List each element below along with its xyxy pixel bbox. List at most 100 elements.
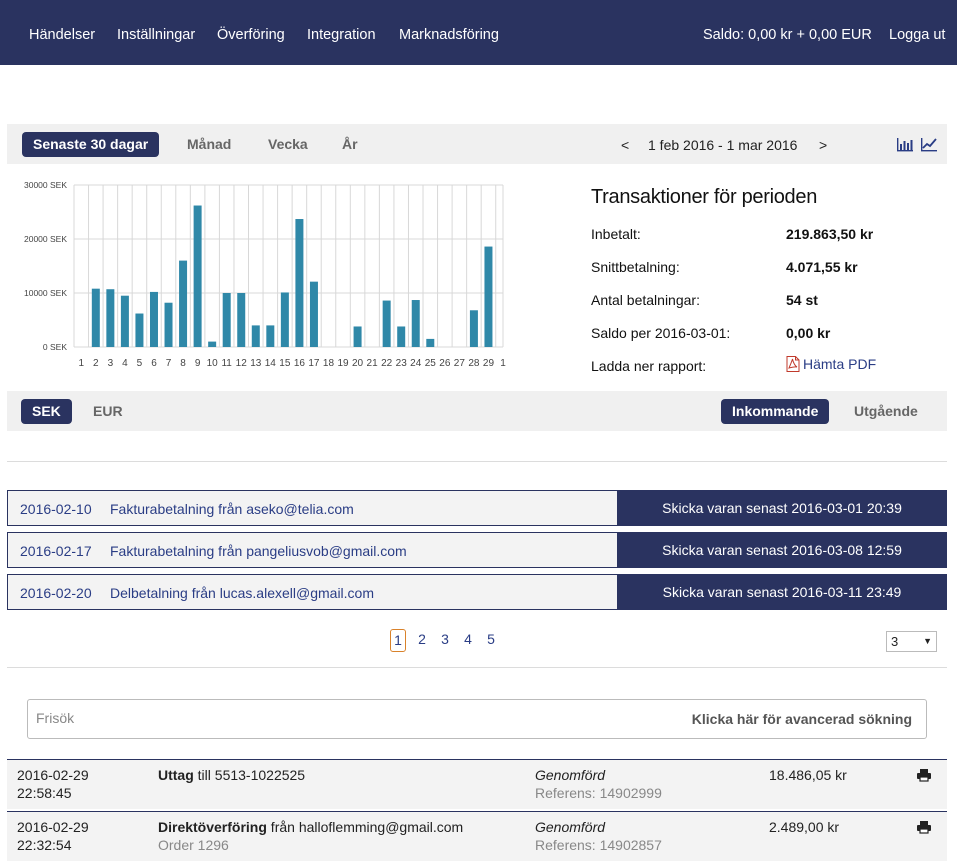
x-tick-label: 10 [207, 358, 219, 369]
summary-label-count: Antal betalningar: [591, 292, 700, 308]
summary-label-report: Ladda ner rapport: [591, 358, 707, 374]
ship-deadline-button[interactable]: Skicka varan senast 2016-03-01 20:39 [617, 490, 947, 526]
payment-counterparty: från halloflemming@gmail.com [266, 819, 464, 835]
payment-reference: Referens: 14902857 [535, 837, 662, 853]
summary-value-balance: 0,00 kr [786, 325, 831, 341]
tab-incoming[interactable]: Inkommande [721, 399, 830, 424]
nav-item-integration[interactable]: Integration [307, 27, 376, 43]
tab-currency-sek[interactable]: SEK [21, 399, 72, 424]
payment-row[interactable]: 2016-02-29 22:32:54 Direktöverföring frå… [7, 811, 947, 861]
x-tick-label: 8 [180, 358, 186, 369]
pending-date: 2016-02-10 [20, 501, 92, 517]
x-tick-label: 28 [468, 358, 480, 369]
x-tick-label: 12 [236, 358, 248, 369]
bar-chart-icon[interactable] [896, 136, 914, 152]
x-tick-label: 23 [396, 358, 408, 369]
x-tick-label: 9 [195, 358, 201, 369]
x-tick-label: 16 [294, 358, 306, 369]
chart-bar [309, 281, 318, 347]
x-tick-label: 4 [122, 358, 128, 369]
tab-week[interactable]: Vecka [257, 132, 319, 157]
nav-item-overforing[interactable]: Överföring [217, 27, 285, 43]
page-2-button[interactable]: 2 [415, 629, 429, 652]
x-tick-label: 2 [93, 358, 99, 369]
summary-value-average: 4.071,55 kr [786, 259, 858, 275]
x-tick-label: 19 [337, 358, 349, 369]
x-tick-label: 25 [425, 358, 437, 369]
payment-amount: 18.486,05 kr [769, 767, 847, 783]
x-tick-label: 13 [250, 358, 262, 369]
payment-time: 22:58:45 [17, 785, 72, 801]
x-tick-label: 14 [265, 358, 277, 369]
tab-currency-eur[interactable]: EUR [82, 399, 134, 424]
ship-deadline-button[interactable]: Skicka varan senast 2016-03-08 12:59 [617, 532, 947, 568]
page-3-button[interactable]: 3 [438, 629, 452, 652]
balance-display: Saldo: 0,00 kr + 0,00 EUR [703, 27, 872, 43]
page-1-button[interactable]: 1 [390, 629, 406, 652]
pending-transaction-row[interactable]: 2016-02-20 Delbetalning från lucas.alexe… [7, 574, 947, 610]
y-tick-label: 10000 SEK [24, 288, 67, 298]
payment-counterparty: till 5513-1022525 [193, 767, 306, 783]
summary-label-average: Snittbetalning: [591, 259, 680, 275]
chart-bar [295, 219, 304, 347]
period-selector-bar: Senaste 30 dagar Månad Vecka År < 1 feb … [7, 124, 947, 164]
download-pdf-label: Hämta PDF [803, 356, 877, 372]
summary-label-balance: Saldo per 2016-03-01: [591, 325, 731, 341]
chart-bar [266, 325, 275, 347]
advanced-search-link[interactable]: Klicka här för avancerad sökning [692, 711, 912, 727]
print-icon[interactable] [916, 820, 932, 834]
per-page-select[interactable]: 3 ▼ [886, 631, 937, 652]
tab-last-30-days[interactable]: Senaste 30 dagar [22, 132, 160, 157]
chart-bar [382, 300, 391, 347]
chart-bar [149, 291, 158, 347]
x-tick-label: 1 [500, 358, 506, 369]
chart-bar [179, 260, 188, 347]
chart-bar [237, 293, 246, 347]
y-tick-label: 0 SEK [43, 342, 67, 352]
chart-bar [280, 292, 289, 347]
x-tick-label: 7 [166, 358, 172, 369]
summary-title: Transaktioner för perioden [591, 186, 818, 208]
pending-description: Delbetalning från lucas.alexell@gmail.co… [110, 585, 375, 601]
chart-bar [484, 246, 493, 347]
payment-type: Direktöverföring [158, 819, 267, 835]
line-chart-icon[interactable] [920, 136, 938, 152]
free-search-input[interactable] [36, 710, 636, 726]
pending-transaction-row[interactable]: 2016-02-17 Fakturabetalning från pangeli… [7, 532, 947, 568]
nav-item-marknadsforing[interactable]: Marknadsföring [399, 27, 499, 43]
chart-bar [251, 325, 260, 347]
print-icon[interactable] [916, 768, 932, 782]
x-tick-label: 3 [108, 358, 114, 369]
tab-month[interactable]: Månad [176, 132, 242, 157]
page-4-button[interactable]: 4 [461, 629, 475, 652]
y-tick-label: 30000 SEK [24, 180, 67, 190]
summary-value-paid-in: 219.863,50 kr [786, 226, 874, 242]
date-range-label: 1 feb 2016 - 1 mar 2016 [648, 137, 798, 153]
logout-link[interactable]: Logga ut [889, 27, 945, 43]
currency-direction-bar: SEK EUR Inkommande Utgående [7, 391, 947, 431]
page-5-button[interactable]: 5 [484, 629, 498, 652]
nav-item-handelser[interactable]: Händelser [29, 27, 95, 43]
pending-transaction-row[interactable]: 2016-02-10 Fakturabetalning från aseko@t… [7, 490, 947, 526]
pending-date: 2016-02-17 [20, 543, 92, 559]
payment-status: Genomförd [535, 819, 606, 835]
per-page-value: 3 [891, 634, 899, 649]
x-tick-label: 29 [483, 358, 495, 369]
tab-year[interactable]: År [331, 132, 369, 157]
previous-period-button[interactable]: < [621, 137, 629, 153]
download-pdf-link[interactable]: Hämta PDF [786, 356, 876, 372]
chart-bar [469, 310, 478, 347]
tab-outgoing[interactable]: Utgående [843, 399, 929, 424]
chart-bar [193, 205, 202, 347]
pending-description: Fakturabetalning från aseko@telia.com [110, 501, 354, 517]
next-period-button[interactable]: > [819, 137, 827, 153]
nav-item-installningar[interactable]: Inställningar [117, 27, 195, 43]
ship-deadline-button[interactable]: Skicka varan senast 2016-03-11 23:49 [617, 574, 947, 610]
x-tick-label: 6 [151, 358, 157, 369]
chart-bar [426, 338, 435, 347]
payment-row[interactable]: 2016-02-29 22:58:45 Uttag till 5513-1022… [7, 759, 947, 809]
x-tick-label: 11 [221, 358, 232, 369]
x-tick-label: 1 [78, 358, 84, 369]
chart-bar [135, 313, 144, 347]
pending-description: Fakturabetalning från pangeliusvob@gmail… [110, 543, 407, 559]
